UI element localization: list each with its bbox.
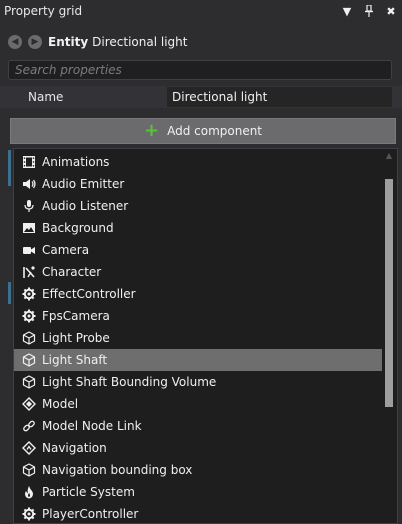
camera-icon: [21, 242, 37, 258]
component-item-label: Light Probe: [42, 331, 110, 345]
left-edge-marker: [8, 150, 11, 186]
component-item-audio-listener[interactable]: Audio Listener: [14, 195, 382, 217]
plus-icon: +: [143, 120, 160, 141]
film-icon: [21, 154, 37, 170]
search-input[interactable]: Search properties: [8, 60, 392, 80]
component-item-label: Navigation: [42, 441, 107, 455]
component-item-animations[interactable]: Animations: [14, 151, 382, 173]
flame-icon: [21, 484, 37, 500]
cube-icon: [21, 352, 37, 368]
component-item-label: Audio Listener: [42, 199, 129, 213]
component-item-label: Light Shaft: [42, 353, 108, 367]
component-item-background[interactable]: Background: [14, 217, 382, 239]
title-bar: Property grid ▼ ✖: [0, 0, 402, 22]
component-item-label: Navigation bounding box: [42, 463, 193, 477]
component-item-particle-system[interactable]: Particle System: [14, 481, 382, 503]
component-item-light-shaft[interactable]: Light Shaft: [14, 349, 382, 371]
gear-icon: [21, 286, 37, 302]
component-item-label: Camera: [42, 243, 90, 257]
character-icon: [21, 264, 37, 280]
add-component-label: Add component: [167, 124, 263, 138]
component-item-navigation-bounding-box[interactable]: Navigation bounding box: [14, 459, 382, 481]
component-item-navigation[interactable]: Navigation: [14, 437, 382, 459]
component-item-label: Model: [42, 397, 79, 411]
entity-name: Directional light: [92, 35, 188, 49]
triangle-down-icon[interactable]: ▼: [336, 0, 358, 22]
component-item-label: Audio Emitter: [42, 177, 125, 191]
model-icon: [21, 396, 37, 412]
component-item-light-shaft-bounding-volume[interactable]: Light Shaft Bounding Volume: [14, 371, 382, 393]
gear-icon: [21, 506, 37, 522]
microphone-icon: [21, 198, 37, 214]
component-item-camera[interactable]: Camera: [14, 239, 382, 261]
component-item-model-node-link[interactable]: Model Node Link: [14, 415, 382, 437]
component-item-label: Character: [42, 265, 102, 279]
panel-title: Property grid: [4, 4, 83, 18]
component-item-effectcontroller[interactable]: EffectController: [14, 283, 382, 305]
component-item-label: Particle System: [42, 485, 135, 499]
component-dropdown: Animations Audio Emitter Audio Listener Bac…: [13, 148, 398, 524]
component-item-light-probe[interactable]: Light Probe: [14, 327, 382, 349]
speaker-icon: [21, 176, 37, 192]
entity-label: Entity: [48, 35, 89, 49]
cube-icon: [21, 330, 37, 346]
component-item-label: Background: [42, 221, 114, 235]
component-item-label: FpsCamera: [42, 309, 110, 323]
component-item-label: Light Shaft Bounding Volume: [42, 375, 217, 389]
forward-icon[interactable]: ▶: [28, 35, 42, 49]
component-item-label: EffectController: [42, 287, 136, 301]
component-item-model[interactable]: Model: [14, 393, 382, 415]
component-item-label: Model Node Link: [42, 419, 142, 433]
component-item-label: Animations: [42, 155, 110, 169]
cube-icon: [21, 374, 37, 390]
cube-icon: [21, 462, 37, 478]
scroll-up-icon[interactable]: ▲: [384, 151, 394, 161]
image-icon: [21, 220, 37, 236]
pin-icon[interactable]: [358, 0, 380, 22]
component-item-playercontroller[interactable]: PlayerController: [14, 503, 382, 523]
scrollbar[interactable]: ▲: [384, 151, 394, 521]
scroll-thumb[interactable]: [385, 179, 393, 407]
component-item-character[interactable]: Character: [14, 261, 382, 283]
component-item-label: PlayerController: [42, 507, 139, 521]
left-edge-marker: [8, 282, 11, 304]
gear-icon: [21, 308, 37, 324]
navigation-icon: [21, 440, 37, 456]
back-icon[interactable]: ◀: [8, 35, 22, 49]
name-property-label: Name: [28, 90, 64, 104]
component-item-audio-emitter[interactable]: Audio Emitter: [14, 173, 382, 195]
add-component-button[interactable]: + Add component: [10, 118, 396, 144]
link-icon: [21, 418, 37, 434]
entity-header: ◀ ▶ Entity Directional light: [0, 28, 402, 56]
component-item-fpscamera[interactable]: FpsCamera: [14, 305, 382, 327]
close-icon[interactable]: ✖: [380, 0, 402, 22]
name-property-row: Name Directional light: [0, 86, 402, 108]
name-property-field[interactable]: Directional light: [167, 87, 392, 107]
